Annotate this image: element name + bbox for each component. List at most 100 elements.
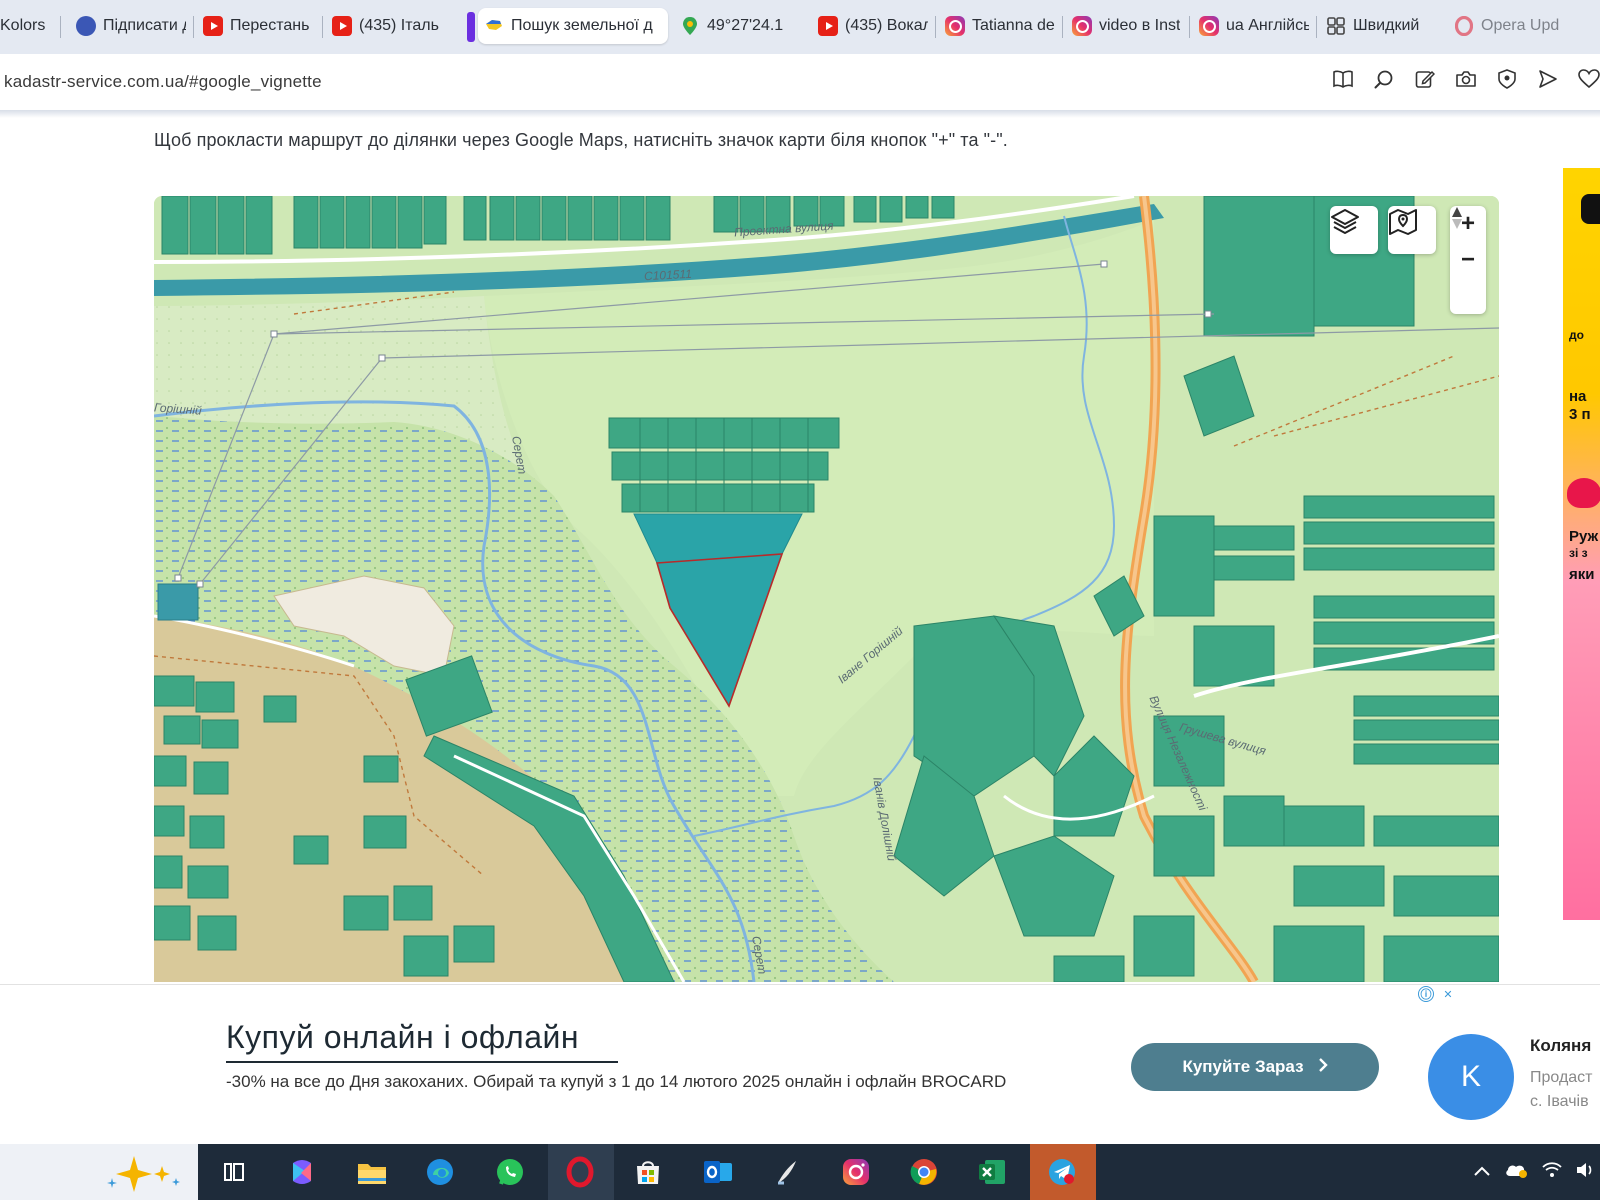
libreoffice-icon[interactable] xyxy=(766,1152,806,1192)
cadastral-map[interactable]: Проектна вулиця С101511 Горішній Серет І… xyxy=(154,196,1499,982)
ad-description: -30% на все до Дня закоханих. Обирай та … xyxy=(226,1072,1007,1091)
heart-icon xyxy=(1567,478,1600,508)
tab-title: Перестань xyxy=(230,17,310,34)
chrome-icon[interactable] xyxy=(904,1152,944,1192)
ukraine-map-icon xyxy=(484,16,504,36)
address-bar: kadastr-service.com.ua/#google_vignette xyxy=(0,54,1600,110)
instagram-icon[interactable] xyxy=(836,1152,876,1192)
contact-line: с. Івачів xyxy=(1530,1093,1589,1110)
contact-subtitle: Продаст с. Івачів xyxy=(1530,1066,1593,1114)
address-bar-shadow xyxy=(0,110,1600,118)
opera-icon xyxy=(1454,16,1474,36)
outlook-icon[interactable] xyxy=(698,1152,738,1192)
zoom-controls: + − xyxy=(1450,206,1486,314)
tab-youtube-1[interactable]: Перестань xyxy=(197,8,321,44)
url-field[interactable]: kadastr-service.com.ua/#google_vignette xyxy=(4,72,322,92)
chevron-right-icon xyxy=(1318,1057,1328,1077)
copilot-icon[interactable] xyxy=(100,1152,190,1192)
globe-icon xyxy=(76,16,96,36)
contact-line: Продаст xyxy=(1530,1069,1593,1086)
tab-title: Kolors xyxy=(0,17,46,34)
tab-kolors[interactable]: Kolors xyxy=(0,8,54,44)
tab-group-marker xyxy=(467,12,475,42)
ad-cta-label: Купуйте Зараз xyxy=(1182,1057,1304,1076)
pond xyxy=(157,583,199,621)
excel-icon[interactable] xyxy=(972,1152,1012,1192)
tab-google-maps[interactable]: 49°27'24.1 xyxy=(674,8,798,44)
instagram-icon xyxy=(945,16,965,36)
ad-info-icon[interactable]: ⓘ xyxy=(1418,986,1434,1002)
whatsapp-icon[interactable] xyxy=(490,1152,530,1192)
google-maps-pin-icon xyxy=(680,16,700,36)
google-maps-route-button[interactable] xyxy=(1388,206,1436,254)
avatar: K xyxy=(1428,1034,1514,1120)
tab-instagram-2[interactable]: video в Inst xyxy=(1066,8,1188,44)
youtube-icon xyxy=(332,16,352,36)
bottom-ad-bar: Купуй онлайн і офлайн -30% на все до Дня… xyxy=(0,984,1600,1145)
volume-icon[interactable] xyxy=(1576,1162,1594,1183)
tab-kadastr-active[interactable]: Пошук земельної д xyxy=(478,8,668,44)
system-tray xyxy=(1474,1144,1600,1200)
microsoft-365-icon[interactable] xyxy=(282,1152,322,1192)
wifi-icon[interactable] xyxy=(1542,1161,1562,1183)
tab-title: Opera Upd xyxy=(1481,17,1560,34)
zoom-out-button[interactable]: − xyxy=(1450,242,1486,278)
ad-controls: ⓘ ✕ xyxy=(1418,986,1456,1002)
tab-title: Підписати д xyxy=(103,17,186,34)
ad-cta-button[interactable]: Купуйте Зараз xyxy=(1131,1043,1379,1091)
contact-name: Коляня xyxy=(1530,1036,1592,1055)
edge-icon[interactable] xyxy=(420,1152,460,1192)
tab-separator xyxy=(1062,16,1063,38)
browser-tab-bar: Kolors Підписати д Перестань (435) Італь… xyxy=(0,0,1600,54)
taskbar-widgets[interactable] xyxy=(0,1144,198,1200)
tab-sign[interactable]: Підписати д xyxy=(70,8,192,44)
ad-title-underline xyxy=(226,1061,618,1063)
tab-separator xyxy=(60,16,61,38)
taskbar xyxy=(0,1144,1600,1200)
youtube-icon xyxy=(203,16,223,36)
opera-icon[interactable] xyxy=(560,1152,600,1192)
compass-button[interactable] xyxy=(1450,207,1486,314)
side-ad-text: Руж xyxy=(1569,528,1599,545)
chevron-up-icon[interactable] xyxy=(1474,1163,1490,1181)
store-icon[interactable] xyxy=(628,1152,668,1192)
send-icon[interactable] xyxy=(1537,68,1559,90)
side-ad-text: зі з xyxy=(1569,546,1588,560)
tab-separator xyxy=(935,16,936,38)
youtube-icon xyxy=(818,16,838,36)
side-ad-text: до xyxy=(1569,328,1584,342)
onedrive-icon[interactable] xyxy=(1504,1162,1528,1183)
shield-icon[interactable] xyxy=(1496,68,1518,90)
heart-icon[interactable] xyxy=(1578,68,1600,90)
speed-dial-icon xyxy=(1326,16,1346,36)
tab-title: video в Inst xyxy=(1099,17,1181,34)
instagram-icon xyxy=(1199,16,1219,36)
task-view-icon[interactable] xyxy=(214,1152,254,1192)
tab-title: Швидкий xyxy=(1353,17,1420,34)
tab-youtube-2[interactable]: (435) Італь xyxy=(326,8,450,44)
edit-icon[interactable] xyxy=(1414,68,1436,90)
file-explorer-icon[interactable] xyxy=(352,1152,392,1192)
search-icon[interactable] xyxy=(1373,68,1395,90)
tab-speed-dial[interactable]: Швидкий xyxy=(1320,8,1438,44)
camera-icon[interactable] xyxy=(1455,68,1477,90)
ad-title[interactable]: Купуй онлайн і офлайн xyxy=(226,1019,579,1056)
side-ad-text: на xyxy=(1569,388,1587,405)
map-instruction: Щоб прокласти маршрут до ділянки через G… xyxy=(154,130,1008,150)
telegram-icon[interactable] xyxy=(1042,1152,1082,1192)
tab-title: Tatianna de xyxy=(972,17,1055,34)
contact-card[interactable]: K Коляня Продаст с. Івачів xyxy=(1420,1024,1600,1134)
tab-separator xyxy=(322,16,323,38)
layers-button[interactable] xyxy=(1330,206,1378,254)
side-ad-banner[interactable]: до на 3 п Руж зі з яки xyxy=(1563,168,1600,920)
address-bar-actions xyxy=(1332,68,1600,96)
tab-instagram-1[interactable]: Tatianna de xyxy=(939,8,1061,44)
tab-instagram-3[interactable]: ua Англійсь xyxy=(1193,8,1315,44)
tab-opera-update[interactable]: Opera Upd xyxy=(1448,8,1578,44)
ad-close-icon[interactable]: ✕ xyxy=(1440,986,1456,1002)
ad-content[interactable]: Купуй онлайн і офлайн -30% на все до Дня… xyxy=(198,985,1414,1145)
tab-separator xyxy=(1316,16,1317,38)
tab-separator xyxy=(193,16,194,38)
reader-icon[interactable] xyxy=(1332,68,1354,90)
tab-youtube-3[interactable]: (435) Вокал xyxy=(812,8,934,44)
